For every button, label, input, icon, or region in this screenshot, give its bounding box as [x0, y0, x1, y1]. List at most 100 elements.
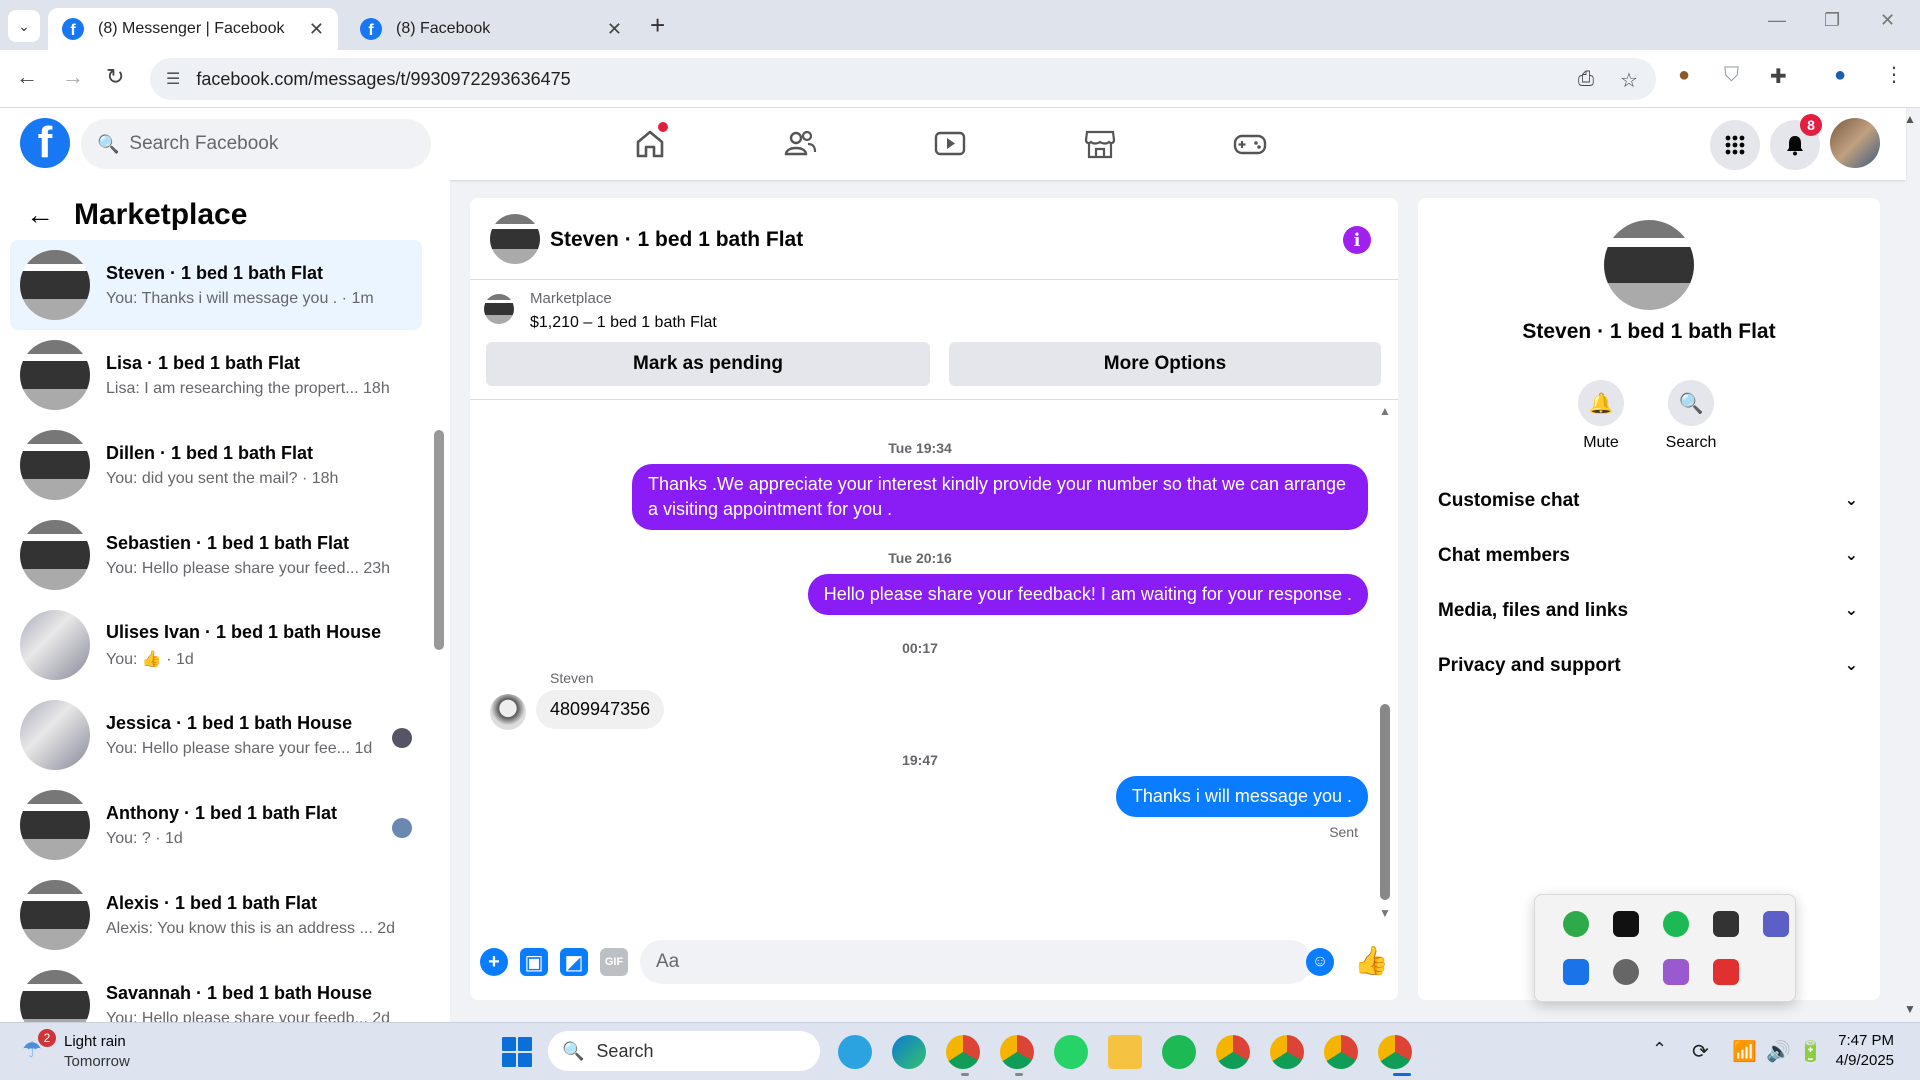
emoji-icon[interactable]: ☺ [1306, 948, 1334, 976]
new-tab-button[interactable]: + [650, 10, 665, 41]
info-icon[interactable]: i [1343, 226, 1371, 254]
facebook-logo-icon[interactable]: f [20, 118, 70, 168]
menu-grid-icon[interactable] [1710, 120, 1760, 170]
outgoing-message[interactable]: Hello please share your feedback! I am w… [807, 574, 1368, 615]
conversation-item-jessica[interactable]: Jessica · 1 bed 1 bath House You: Hello … [10, 690, 422, 780]
battery-icon[interactable]: 🔋 [1798, 1039, 1823, 1064]
site-info-icon[interactable]: ☰ [166, 69, 180, 89]
nav-friends-icon[interactable] [782, 126, 822, 162]
telegram-icon[interactable] [838, 1035, 872, 1069]
minimize-icon[interactable]: — [1768, 10, 1786, 31]
anydesk-tray-icon[interactable] [1713, 959, 1739, 985]
browser-menu-icon[interactable]: ⋮ [1884, 62, 1904, 87]
privacy-support-section[interactable]: Privacy and support ⌄ [1438, 655, 1858, 677]
chat-avatar[interactable] [490, 214, 540, 264]
security-tray-icon[interactable] [1563, 911, 1589, 937]
extensions-puzzle-icon[interactable]: ✚ [1770, 64, 1787, 89]
outgoing-message[interactable]: Thanks i will message you . [1115, 776, 1368, 817]
back-icon[interactable]: ← [16, 64, 38, 90]
plus-icon[interactable]: + [480, 948, 508, 976]
pen-tray-icon[interactable] [1663, 959, 1689, 985]
close-tab-icon[interactable]: ✕ [607, 19, 622, 40]
restore-icon[interactable]: ❐ [1824, 10, 1840, 31]
back-arrow-icon[interactable]: ← [26, 199, 54, 231]
list-scrollbar[interactable] [434, 430, 444, 650]
chat-scrollbar[interactable] [1380, 704, 1390, 900]
edge-icon[interactable] [892, 1035, 926, 1069]
outgoing-message[interactable]: Thanks .We appreciate your interest kind… [632, 464, 1368, 530]
chat-members-section[interactable]: Chat members ⌄ [1438, 545, 1858, 567]
media-files-links-section[interactable]: Media, files and links ⌄ [1438, 600, 1858, 622]
windows-start-icon[interactable] [502, 1037, 532, 1067]
bookmark-star-icon[interactable]: ☆ [1620, 68, 1638, 93]
facebook-search-input[interactable]: 🔍 Search Facebook [81, 119, 431, 169]
whatsapp-icon[interactable] [1054, 1035, 1088, 1069]
chrome-profile-l-icon[interactable] [1000, 1035, 1034, 1069]
system-clock[interactable]: 7:47 PM 4/9/2025 [1834, 1031, 1894, 1071]
chrome-icon[interactable] [1378, 1035, 1412, 1069]
nav-home-icon[interactable] [632, 122, 672, 162]
account-avatar[interactable] [1830, 118, 1880, 168]
conversation-item-savannah[interactable]: Savannah · 1 bed 1 bath House You: Hello… [10, 960, 422, 1022]
conversation-item-alexis[interactable]: Alexis · 1 bed 1 bath Flat Alexis: You k… [10, 870, 422, 960]
chrome-icon[interactable] [1324, 1035, 1358, 1069]
usb-tray-icon[interactable] [1713, 911, 1739, 937]
conversation-item-dillen[interactable]: Dillen · 1 bed 1 bath Flat You: did you … [10, 420, 422, 510]
chrome-icon[interactable] [1270, 1035, 1304, 1069]
conversation-item-lisa[interactable]: Lisa · 1 bed 1 bath Flat Lisa: I am rese… [10, 330, 422, 420]
nav-marketplace-icon[interactable] [1082, 126, 1122, 162]
show-hidden-icons-chevron[interactable]: ⌃ [1652, 1039, 1667, 1060]
conversation-item-anthony[interactable]: Anthony · 1 bed 1 bath Flat You: ? · 1d [10, 780, 422, 870]
profile-icon[interactable]: ● [1834, 64, 1846, 87]
spotify-icon[interactable] [1162, 1035, 1196, 1069]
sticker-icon[interactable]: ◩ [560, 948, 588, 976]
close-window-icon[interactable]: ✕ [1880, 10, 1895, 31]
message-input[interactable]: Aa [640, 940, 1312, 984]
chrome-icon[interactable] [1216, 1035, 1250, 1069]
photo-icon[interactable]: ▣ [520, 948, 548, 976]
tab-facebook[interactable]: f (8) Facebook ✕ [346, 8, 636, 50]
mark-as-pending-button[interactable]: Mark as pending [486, 342, 930, 386]
chat-title[interactable]: Steven · 1 bed 1 bath Flat [550, 228, 803, 252]
defender-tray-icon[interactable] [1563, 959, 1589, 985]
listing-price[interactable]: $1,210 – 1 bed 1 bath Flat [530, 314, 717, 332]
file-explorer-icon[interactable] [1108, 1035, 1142, 1069]
sync-tray-icon[interactable]: ⟳ [1692, 1039, 1709, 1064]
teams-tray-icon[interactable] [1763, 911, 1789, 937]
wifi-icon[interactable]: 📶 [1732, 1039, 1757, 1064]
contact-avatar[interactable] [1604, 220, 1694, 310]
spotify-tray-icon[interactable] [1663, 911, 1689, 937]
shield-extension-icon[interactable]: ⛉ [1724, 64, 1739, 87]
nav-video-icon[interactable] [932, 126, 972, 162]
notifications-bell-icon[interactable]: 8 [1770, 114, 1822, 170]
forward-icon[interactable]: → [62, 64, 84, 90]
mute-button[interactable]: 🔔 Mute [1561, 380, 1641, 452]
incoming-message[interactable]: 4809947356 [536, 690, 665, 729]
search-conversation-button[interactable]: 🔍 Search [1651, 380, 1731, 452]
sender-avatar[interactable] [490, 694, 526, 730]
page-scroll-up-icon[interactable]: ▲ [1904, 112, 1916, 126]
reload-icon[interactable]: ↻ [106, 64, 124, 90]
tab-messenger[interactable]: f (8) Messenger | Facebook ✕ [48, 8, 338, 50]
nvidia-tray-icon[interactable] [1613, 911, 1639, 937]
scroll-down-arrow-icon[interactable]: ▼ [1379, 906, 1391, 920]
conversation-item-steven[interactable]: Steven · 1 bed 1 bath Flat You: Thanks i… [10, 240, 422, 330]
onedrive-tray-icon[interactable] [1613, 959, 1639, 985]
volume-icon[interactable]: 🔊 [1766, 1039, 1791, 1064]
nav-gaming-icon[interactable] [1232, 126, 1272, 162]
scroll-up-arrow-icon[interactable]: ▲ [1379, 404, 1391, 418]
cookie-extension-icon[interactable]: ● [1678, 64, 1690, 87]
install-app-icon[interactable]: ⎙ [1578, 68, 1594, 91]
chrome-profile-k-icon[interactable] [946, 1035, 980, 1069]
tab-search-button[interactable]: ⌄ [8, 10, 40, 42]
close-tab-icon[interactable]: ✕ [309, 19, 324, 40]
gif-icon[interactable]: GIF [600, 948, 628, 976]
url-field[interactable]: ☰ facebook.com/messages/t/99309722936364… [150, 58, 1656, 100]
customise-chat-section[interactable]: Customise chat ⌄ [1438, 490, 1858, 512]
taskbar-search[interactable]: 🔍 Search [548, 1031, 820, 1071]
conversation-item-ulises[interactable]: Ulises Ivan · 1 bed 1 bath House You: 👍 … [10, 600, 422, 690]
conversation-item-sebastien[interactable]: Sebastien · 1 bed 1 bath Flat You: Hello… [10, 510, 422, 600]
thumbs-up-icon[interactable]: 👍 [1354, 944, 1389, 977]
more-options-button[interactable]: More Options [949, 342, 1381, 386]
page-scroll-down-icon[interactable]: ▼ [1904, 1002, 1916, 1016]
